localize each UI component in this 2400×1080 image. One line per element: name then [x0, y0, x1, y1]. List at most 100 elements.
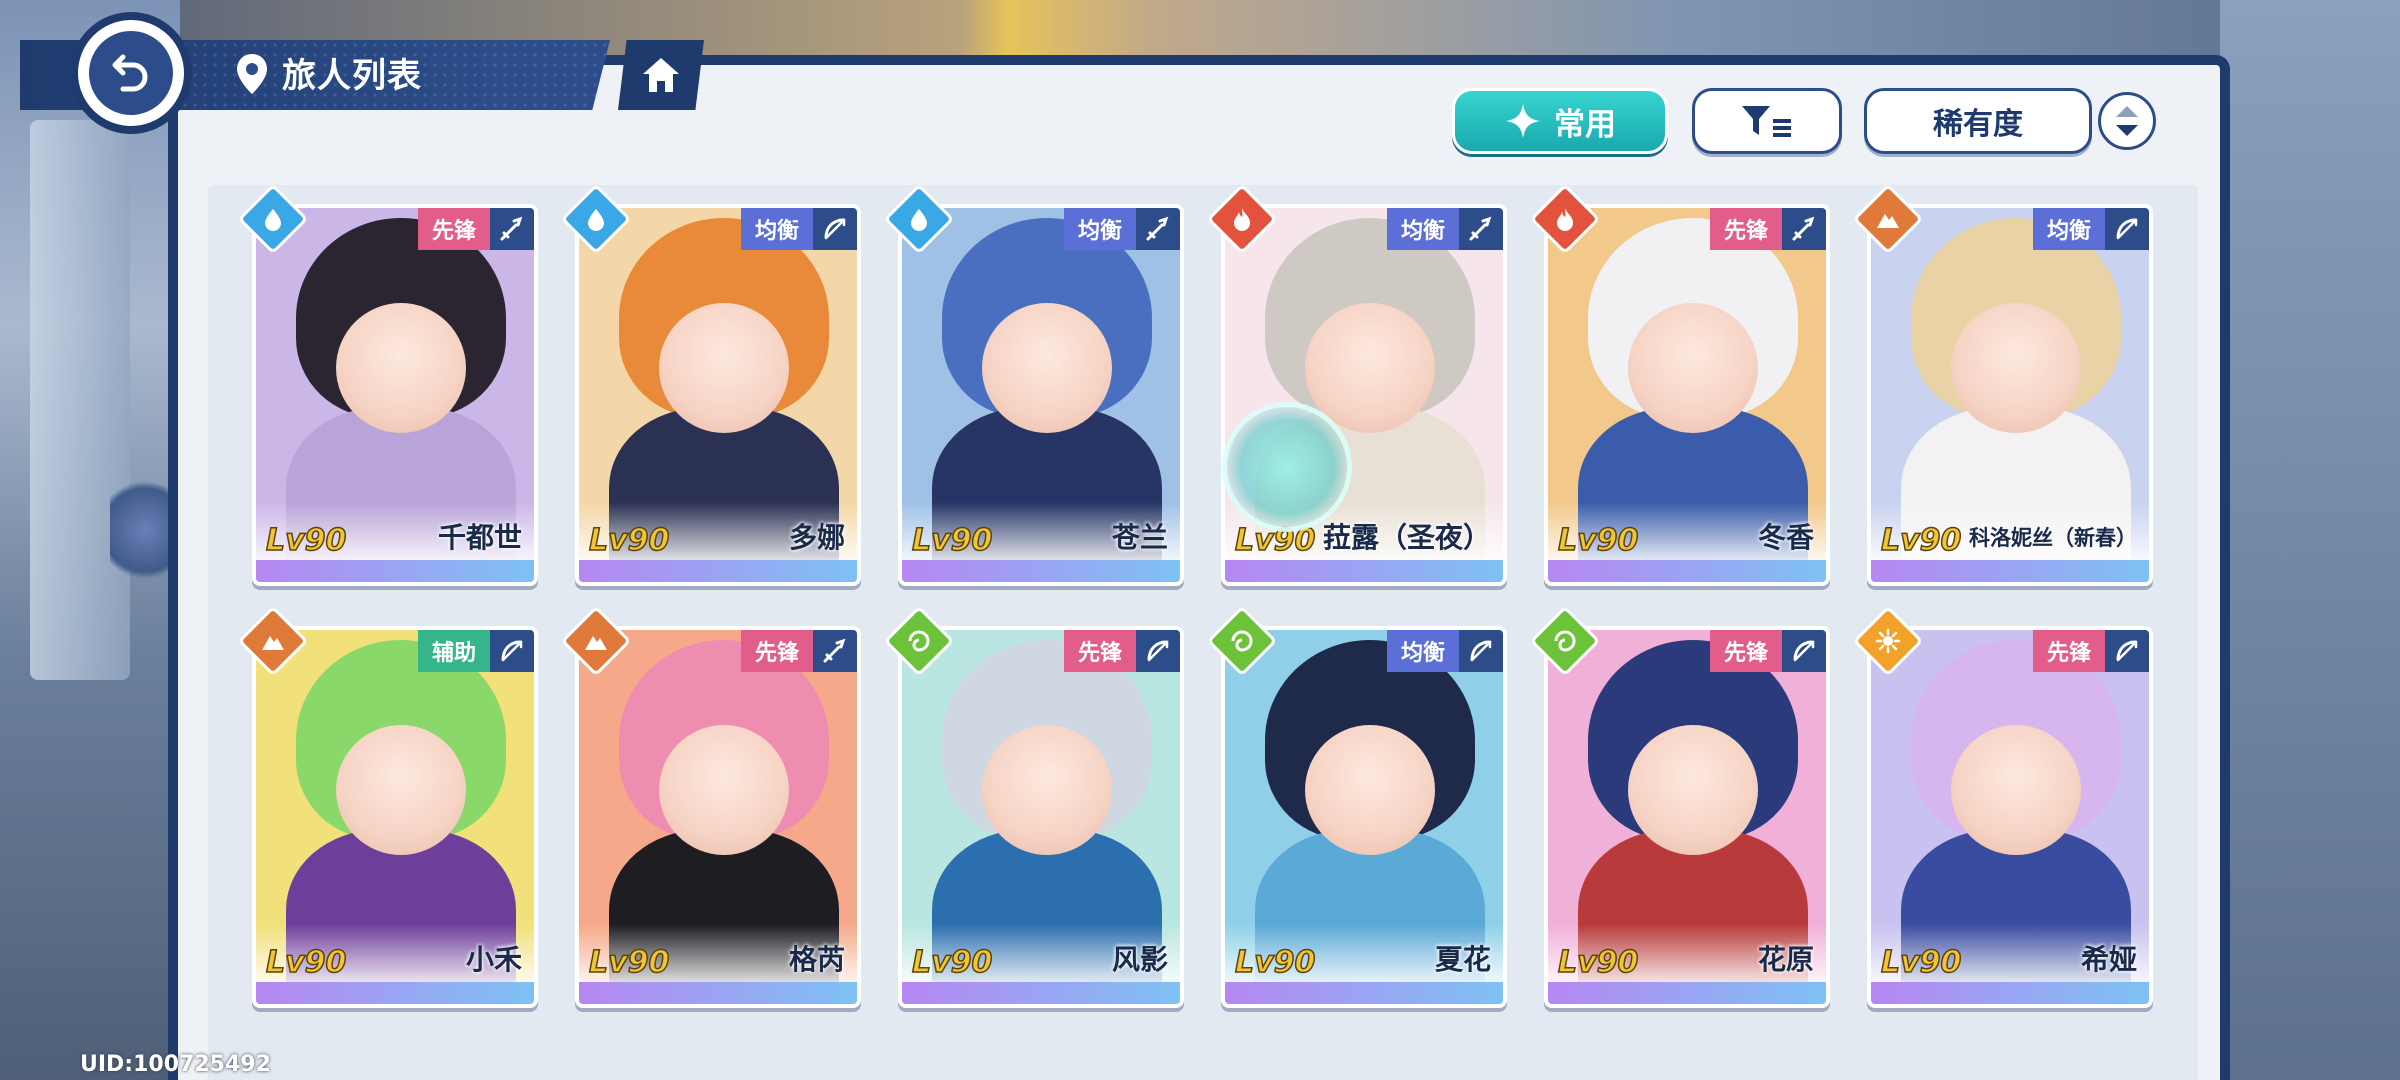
- rarity-strip: [1225, 560, 1503, 582]
- rarity-strip: [902, 982, 1180, 1004]
- role-label: 先锋: [417, 208, 490, 250]
- role-label: 均衡: [2032, 208, 2105, 250]
- portrait-face: [336, 725, 466, 855]
- sword-icon: [813, 630, 857, 672]
- filter-button[interactable]: [1692, 88, 1842, 154]
- character-name: 小禾: [465, 943, 522, 976]
- role-tag: 先锋: [1709, 208, 1826, 250]
- character-card[interactable]: 均衡 Lv90 科洛妮丝（新春）: [1867, 204, 2153, 586]
- character-name: 苍兰: [1111, 521, 1168, 554]
- sword-icon: [490, 208, 534, 250]
- role-label: 辅助: [417, 630, 490, 672]
- character-name: 格芮: [788, 943, 845, 976]
- character-card[interactable]: 先锋 Lv90 千都世: [252, 204, 538, 586]
- rarity-strip: [1871, 982, 2149, 1004]
- character-card[interactable]: 均衡 Lv90 夏花: [1221, 626, 1507, 1008]
- sword-icon: [1136, 208, 1180, 250]
- character-name: 千都世: [437, 521, 522, 554]
- background-right: [2220, 0, 2400, 1080]
- rarity-strip: [902, 560, 1180, 582]
- role-label: 先锋: [740, 630, 813, 672]
- rarity-strip: [579, 982, 857, 1004]
- background-left: [0, 0, 180, 1080]
- rarity-strip: [1871, 560, 2149, 582]
- touch-ripple: [1222, 402, 1352, 532]
- level-label: Lv90: [265, 522, 347, 559]
- portrait-face: [336, 303, 466, 433]
- bow-icon: [1136, 630, 1180, 672]
- bow-icon: [1782, 630, 1826, 672]
- character-card[interactable]: 先锋 Lv90 格芮: [575, 626, 861, 1008]
- sword-icon: [1459, 208, 1503, 250]
- level-label: Lv90: [1880, 522, 1962, 559]
- back-button[interactable]: [70, 12, 192, 134]
- character-card[interactable]: 均衡 Lv90 多娜: [575, 204, 861, 586]
- role-tag: 辅助: [417, 630, 534, 672]
- home-icon: [643, 58, 679, 92]
- level-label: Lv90: [588, 522, 670, 559]
- character-name: 希娅: [2080, 943, 2137, 976]
- home-button[interactable]: [618, 40, 704, 110]
- bow-icon: [2105, 208, 2149, 250]
- bow-icon: [813, 208, 857, 250]
- role-tag: 先锋: [1709, 630, 1826, 672]
- role-label: 均衡: [740, 208, 813, 250]
- sword-icon: [1782, 208, 1826, 250]
- portrait-face: [982, 725, 1112, 855]
- common-filter-button[interactable]: 常用: [1452, 88, 1668, 154]
- level-label: Lv90: [1234, 944, 1316, 981]
- character-name: 花原: [1757, 943, 1814, 976]
- sort-order-toggle[interactable]: [2098, 92, 2156, 150]
- rarity-strip: [1548, 560, 1826, 582]
- level-label: Lv90: [1880, 944, 1962, 981]
- character-name: 菈露（圣夜）: [1322, 521, 1491, 554]
- portrait-face: [1951, 725, 2081, 855]
- character-card[interactable]: 均衡 Lv90 菈露（圣夜）: [1221, 204, 1507, 586]
- character-card[interactable]: 均衡 Lv90 苍兰: [898, 204, 1184, 586]
- page-title: 旅人列表: [282, 56, 422, 96]
- filter-icon: [1742, 106, 1791, 137]
- character-name: 冬香: [1757, 521, 1814, 554]
- character-name: 风影: [1111, 943, 1168, 976]
- level-label: Lv90: [1557, 522, 1639, 559]
- portrait-face: [1628, 725, 1758, 855]
- character-card[interactable]: 先锋 Lv90 希娅: [1867, 626, 2153, 1008]
- role-tag: 均衡: [1063, 208, 1180, 250]
- background-pillar: [30, 120, 130, 680]
- portrait-face: [1951, 303, 2081, 433]
- character-card[interactable]: 先锋 Lv90 花原: [1544, 626, 1830, 1008]
- rarity-strip: [256, 560, 534, 582]
- role-tag: 先锋: [740, 630, 857, 672]
- level-label: Lv90: [265, 944, 347, 981]
- rarity-strip: [256, 982, 534, 1004]
- bow-icon: [1459, 630, 1503, 672]
- level-label: Lv90: [588, 944, 670, 981]
- character-card[interactable]: 辅助 Lv90 小禾: [252, 626, 538, 1008]
- sort-by-rarity-button[interactable]: 稀有度: [1864, 88, 2092, 154]
- character-card[interactable]: 先锋 Lv90 冬香: [1544, 204, 1830, 586]
- sort-order-icon: [2116, 106, 2138, 136]
- portrait-face: [659, 303, 789, 433]
- sort-label: 稀有度: [1933, 107, 2023, 142]
- location-pin-icon: [237, 54, 267, 94]
- character-card[interactable]: 先锋 Lv90 风影: [898, 626, 1184, 1008]
- role-label: 先锋: [1063, 630, 1136, 672]
- bow-icon: [490, 630, 534, 672]
- role-label: 先锋: [1709, 630, 1782, 672]
- role-tag: 先锋: [417, 208, 534, 250]
- role-tag: 均衡: [1386, 630, 1503, 672]
- level-label: Lv90: [911, 944, 993, 981]
- character-name: 科洛妮丝（新春）: [1969, 526, 2137, 550]
- role-tag: 均衡: [740, 208, 857, 250]
- portrait-face: [659, 725, 789, 855]
- rarity-strip: [1225, 982, 1503, 1004]
- portrait-face: [1628, 303, 1758, 433]
- role-tag: 均衡: [1386, 208, 1503, 250]
- role-label: 均衡: [1386, 630, 1459, 672]
- role-tag: 均衡: [2032, 208, 2149, 250]
- portrait-face: [1305, 725, 1435, 855]
- rarity-strip: [579, 560, 857, 582]
- common-filter-label: 常用: [1554, 106, 1616, 143]
- portrait-face: [982, 303, 1112, 433]
- level-label: Lv90: [911, 522, 993, 559]
